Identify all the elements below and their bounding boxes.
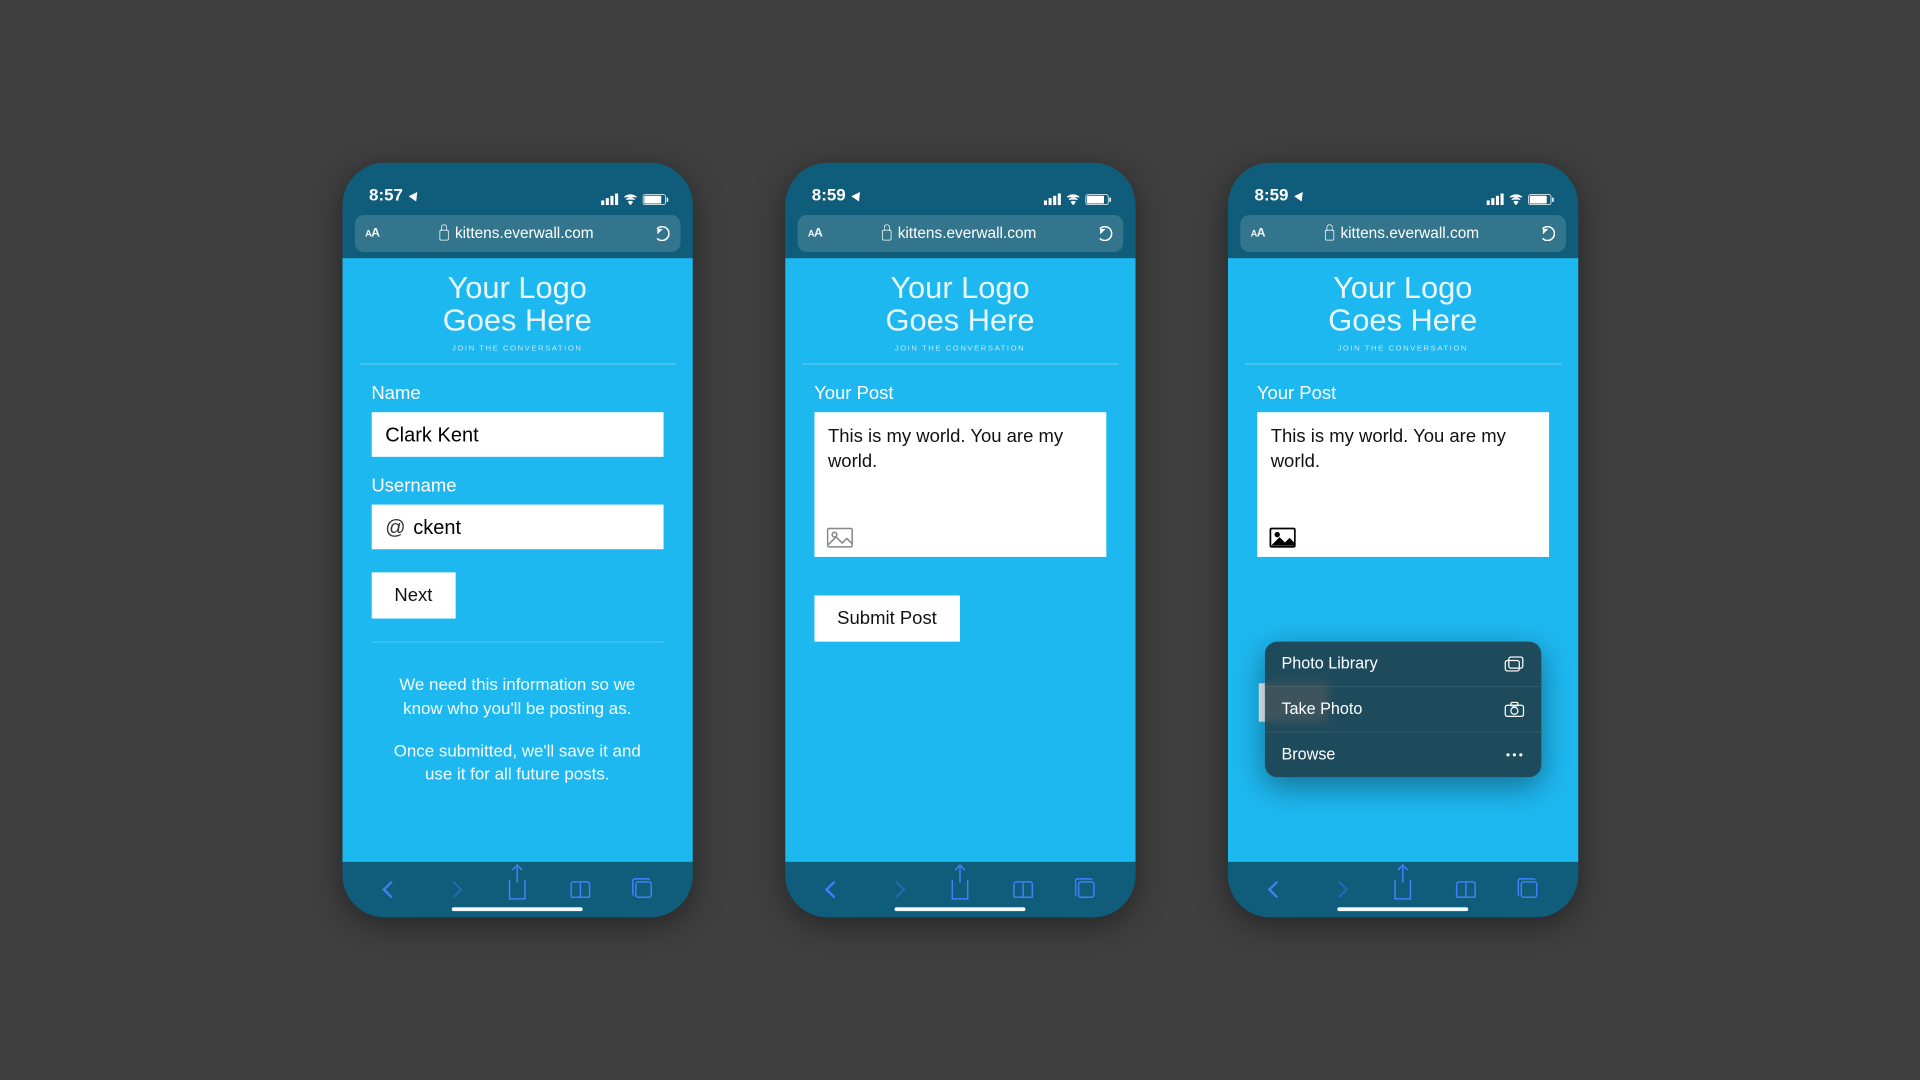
forward-button[interactable] bbox=[885, 878, 908, 901]
post-textarea[interactable]: This is my world. You are my world. bbox=[1257, 412, 1549, 557]
wifi-icon bbox=[622, 194, 637, 205]
lock-icon bbox=[1325, 229, 1334, 240]
post-label: Your Post bbox=[1257, 383, 1549, 405]
wifi-icon bbox=[1508, 194, 1523, 205]
text-size-button[interactable]: AA bbox=[365, 227, 379, 241]
lock-icon bbox=[882, 229, 891, 240]
home-indicator[interactable] bbox=[1337, 907, 1468, 911]
battery-icon bbox=[642, 194, 665, 205]
divider bbox=[359, 364, 675, 365]
phone-screen-3: 8:59 AA kittens.everwall.com Your Logo G… bbox=[1228, 163, 1578, 918]
tabs-button[interactable] bbox=[1075, 878, 1098, 901]
signal-icon bbox=[1044, 194, 1061, 206]
forward-button[interactable] bbox=[442, 878, 465, 901]
share-button[interactable] bbox=[1391, 878, 1414, 901]
name-input[interactable]: Clark Kent bbox=[371, 412, 663, 457]
logo-line-1: Your Logo bbox=[785, 272, 1135, 304]
page-content: Your Logo Goes Here JOIN THE CONVERSATIO… bbox=[785, 258, 1135, 862]
menu-browse[interactable]: Browse bbox=[1265, 733, 1541, 778]
battery-icon bbox=[1528, 194, 1551, 205]
info-text-2: Once submitted, we'll save it and use it… bbox=[371, 739, 663, 786]
phone-screen-2: 8:59 AA kittens.everwall.com Your Logo G… bbox=[785, 163, 1135, 918]
signal-icon bbox=[1486, 194, 1503, 206]
browser-url-bar[interactable]: AA kittens.everwall.com bbox=[1240, 215, 1566, 252]
reload-icon[interactable] bbox=[654, 226, 669, 241]
status-bar: 8:57 bbox=[342, 163, 692, 209]
ellipsis-icon bbox=[1504, 747, 1524, 762]
username-label: Username bbox=[371, 475, 663, 497]
clock: 8:59 bbox=[1255, 185, 1289, 205]
image-icon[interactable] bbox=[826, 528, 852, 548]
submit-post-button[interactable]: Submit Post bbox=[814, 595, 960, 641]
username-input[interactable]: @ckent bbox=[371, 505, 663, 550]
text-size-button[interactable]: AA bbox=[808, 227, 822, 241]
battery-icon bbox=[1085, 194, 1108, 205]
page-content: Your Logo Goes Here JOIN THE CONVERSATIO… bbox=[342, 258, 692, 862]
location-arrow-icon bbox=[408, 189, 420, 201]
menu-take-photo[interactable]: Take Photo bbox=[1265, 687, 1541, 732]
reload-icon[interactable] bbox=[1539, 226, 1554, 241]
status-bar: 8:59 bbox=[1228, 163, 1578, 209]
signal-icon bbox=[601, 194, 618, 206]
page-content: Your Logo Goes Here JOIN THE CONVERSATIO… bbox=[1228, 258, 1578, 862]
wifi-icon bbox=[1065, 194, 1080, 205]
browser-url-bar[interactable]: AA kittens.everwall.com bbox=[354, 215, 680, 252]
attachment-menu: Photo Library Take Photo Browse bbox=[1265, 642, 1541, 778]
reload-icon[interactable] bbox=[1097, 226, 1112, 241]
tabs-button[interactable] bbox=[632, 878, 655, 901]
forward-button[interactable] bbox=[1328, 878, 1351, 901]
back-button[interactable] bbox=[822, 878, 845, 901]
logo-line-2: Goes Here bbox=[1228, 304, 1578, 336]
url-text: kittens.everwall.com bbox=[455, 225, 594, 243]
next-button[interactable]: Next bbox=[371, 572, 455, 618]
logo-tagline: JOIN THE CONVERSATION bbox=[1228, 344, 1578, 352]
logo-tagline: JOIN THE CONVERSATION bbox=[785, 344, 1135, 352]
logo-line-2: Goes Here bbox=[785, 304, 1135, 336]
status-bar: 8:59 bbox=[785, 163, 1135, 209]
bookmarks-button[interactable] bbox=[1454, 878, 1477, 901]
at-prefix: @ bbox=[385, 515, 405, 539]
clock: 8:57 bbox=[369, 185, 403, 205]
url-text: kittens.everwall.com bbox=[898, 225, 1037, 243]
post-label: Your Post bbox=[814, 383, 1106, 405]
logo-line-2: Goes Here bbox=[342, 304, 692, 336]
text-size-button[interactable]: AA bbox=[1251, 227, 1265, 241]
bookmarks-button[interactable] bbox=[569, 878, 592, 901]
logo-line-1: Your Logo bbox=[342, 272, 692, 304]
divider bbox=[371, 642, 663, 643]
camera-icon bbox=[1504, 702, 1524, 717]
tabs-button[interactable] bbox=[1518, 878, 1541, 901]
clock: 8:59 bbox=[812, 185, 846, 205]
menu-photo-library[interactable]: Photo Library bbox=[1265, 642, 1541, 687]
phone-screen-1: 8:57 AA kittens.everwall.com Your Logo G… bbox=[342, 163, 692, 918]
home-indicator[interactable] bbox=[452, 907, 583, 911]
location-arrow-icon bbox=[1294, 189, 1306, 201]
divider bbox=[1245, 364, 1561, 365]
share-button[interactable] bbox=[506, 878, 529, 901]
divider bbox=[802, 364, 1118, 365]
photo-library-icon bbox=[1504, 656, 1524, 671]
url-text: kittens.everwall.com bbox=[1340, 225, 1479, 243]
share-button[interactable] bbox=[948, 878, 971, 901]
image-icon[interactable] bbox=[1269, 528, 1295, 548]
name-label: Name bbox=[371, 383, 663, 405]
back-button[interactable] bbox=[379, 878, 402, 901]
browser-url-bar[interactable]: AA kittens.everwall.com bbox=[797, 215, 1123, 252]
home-indicator[interactable] bbox=[895, 907, 1026, 911]
post-textarea[interactable]: This is my world. You are my world. bbox=[814, 412, 1106, 557]
lock-icon bbox=[440, 229, 449, 240]
info-text-1: We need this information so we know who … bbox=[371, 673, 663, 720]
logo-tagline: JOIN THE CONVERSATION bbox=[342, 344, 692, 352]
location-arrow-icon bbox=[851, 189, 863, 201]
bookmarks-button[interactable] bbox=[1012, 878, 1035, 901]
logo-line-1: Your Logo bbox=[1228, 272, 1578, 304]
back-button[interactable] bbox=[1265, 878, 1288, 901]
